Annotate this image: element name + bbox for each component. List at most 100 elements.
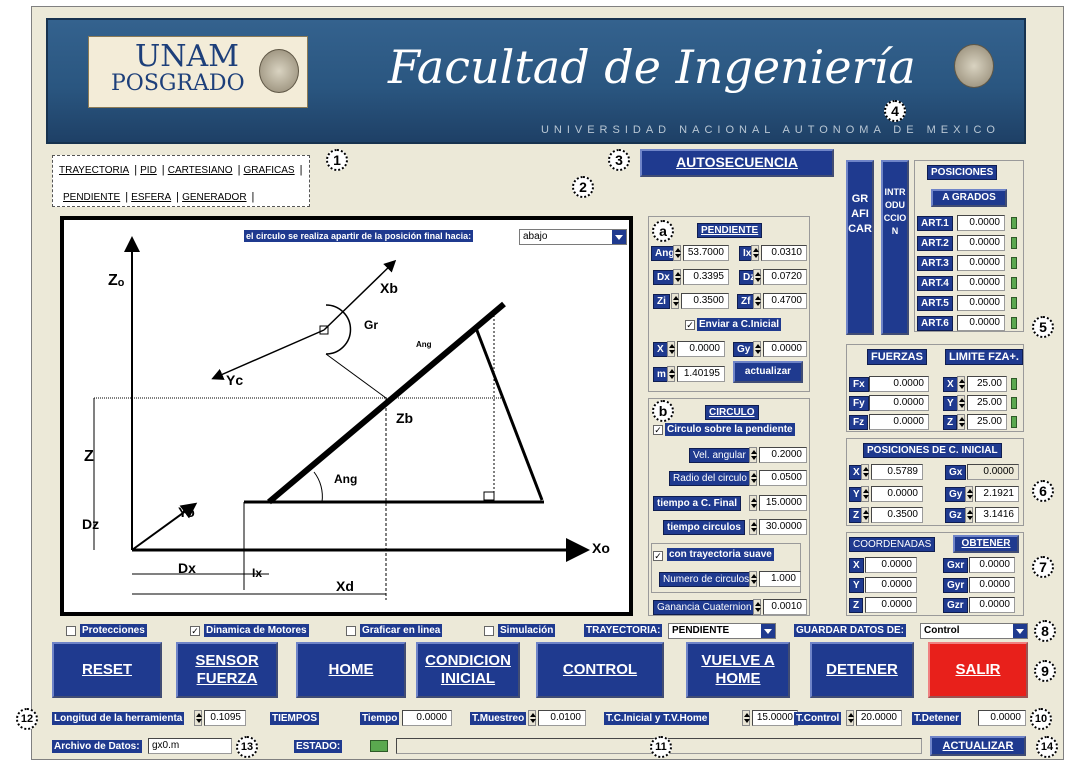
introduccion-button[interactable]: INTRODUCCION: [881, 160, 909, 335]
trayectoria-suave-checkbox[interactable]: ✓: [653, 551, 663, 561]
dx-field[interactable]: 0.3395: [683, 269, 729, 285]
marker-a: a: [652, 220, 674, 242]
salir-button[interactable]: SALIR: [928, 642, 1028, 698]
posiciones-panel: POSICIONES A GRADOS ART.1 0.0000 ART.2 0.00…: [914, 160, 1024, 332]
trayectoria-dropdown[interactable]: PENDIENTE: [668, 623, 776, 639]
tiempo-circulos-field[interactable]: 30.0000: [759, 519, 807, 535]
ci-x-field[interactable]: 0.5789: [871, 464, 923, 480]
guardar-dropdown[interactable]: Control: [920, 623, 1028, 639]
marker-7: 7: [1032, 556, 1054, 578]
t-detener-field: 0.0000: [978, 710, 1026, 726]
autosecuencia-button[interactable]: AUTOSECUENCIA: [640, 149, 834, 177]
ci-y-field[interactable]: 0.0000: [871, 486, 923, 502]
ang-field[interactable]: 53.7000: [683, 245, 729, 261]
dz-field[interactable]: 0.0720: [763, 269, 807, 285]
tab-generador[interactable]: GENERADOR: [182, 192, 246, 203]
faculty-seal-icon: [954, 44, 994, 88]
diagram-svg: [93, 236, 590, 600]
ganancia-field[interactable]: 0.0010: [763, 599, 807, 615]
x-field[interactable]: 0.0000: [677, 341, 725, 357]
condicion-inicial-button[interactable]: CONDICION INICIAL: [416, 642, 520, 698]
label-zb: Zb: [396, 410, 414, 426]
art-label: ART.2: [917, 236, 953, 251]
cinicial-title: POSICIONES DE C. INICIAL: [863, 443, 1002, 458]
a-grados-button[interactable]: A GRADOS: [931, 189, 1007, 207]
art-value-field: 0.0000: [957, 255, 1005, 271]
tab-cartesiano[interactable]: CARTESIANO: [168, 165, 233, 176]
tiempo-cfinal-field[interactable]: 15.0000: [759, 495, 807, 511]
limite-x-field[interactable]: 25.00: [967, 376, 1007, 392]
circulo-title: CIRCULO: [705, 405, 759, 420]
dinamica-checkbox[interactable]: ✓: [190, 626, 200, 636]
options-row: Protecciones ✓ Dinamica de Motores Grafi…: [46, 622, 1028, 640]
art-label: ART.1: [917, 216, 953, 231]
zi-field[interactable]: 0.3500: [681, 293, 729, 309]
ci-gx-field: 0.0000: [967, 464, 1019, 480]
marker-11: 11: [650, 736, 672, 758]
reset-button[interactable]: RESET: [52, 642, 162, 698]
ci-gy-field[interactable]: 2.1921: [975, 486, 1019, 502]
graficar-button[interactable]: GRAFICAR: [846, 160, 874, 335]
vuelve-home-button[interactable]: VUELVE A HOME: [686, 642, 790, 698]
home-button[interactable]: HOME: [296, 642, 406, 698]
tab-trayectoria[interactable]: TRAYECTORIA: [59, 165, 129, 176]
marker-8: 8: [1034, 620, 1056, 642]
limite-y-field[interactable]: 25.00: [967, 395, 1007, 411]
coord-gzr-field: 0.0000: [969, 597, 1015, 613]
unam-posgrado-logo: UNAM POSGRADO: [88, 36, 308, 108]
label-xb: Xb: [380, 280, 398, 296]
marker-2: 2: [572, 176, 594, 198]
ix-field[interactable]: 0.0310: [761, 245, 807, 261]
tab-pendiente[interactable]: PENDIENTE: [63, 192, 120, 203]
estado-led: [370, 740, 388, 752]
coord-x-field: 0.0000: [865, 557, 917, 573]
tab-graficas[interactable]: GRAFICAS: [243, 165, 294, 176]
label-zo: Zₒ: [108, 272, 125, 289]
detener-button[interactable]: DETENER: [810, 642, 914, 698]
actualizar-pendiente-button[interactable]: actualizar: [733, 361, 803, 383]
actualizar-button[interactable]: ACTUALIZAR: [930, 736, 1026, 756]
header-banner: UNAM POSGRADO Facultad de Ingeniería UNI…: [46, 18, 1026, 144]
t-control-field[interactable]: 20.0000: [856, 710, 902, 726]
sobre-pendiente-checkbox[interactable]: ✓: [653, 425, 663, 435]
radio-field[interactable]: 0.0500: [759, 470, 807, 486]
ci-gz-field[interactable]: 3.1416: [975, 507, 1019, 523]
tiempo-field: 0.0000: [402, 710, 452, 726]
protecciones-checkbox[interactable]: [66, 626, 76, 636]
tab-esfera[interactable]: ESFERA: [131, 192, 171, 203]
marker-3: 3: [608, 149, 630, 171]
t-muestreo-field[interactable]: 0.0100: [538, 710, 586, 726]
limite-z-field[interactable]: 25.00: [967, 414, 1007, 430]
art-value-field: 0.0000: [957, 215, 1005, 231]
simulacion-checkbox[interactable]: [484, 626, 494, 636]
control-button[interactable]: CONTROL: [536, 642, 664, 698]
gy-field[interactable]: 0.0000: [763, 341, 807, 357]
longitud-herramienta-field[interactable]: 0.1095: [204, 710, 246, 726]
enviar-checkbox[interactable]: ✓: [685, 320, 695, 330]
cinicial-panel: POSICIONES DE C. INICIAL X 0.5789 Gx 0.000…: [846, 438, 1024, 526]
obtener-button[interactable]: OBTENER: [953, 535, 1019, 553]
label-ang-small: Ang: [416, 340, 432, 349]
fy-field: 0.0000: [869, 395, 929, 411]
numero-circulos-field[interactable]: 1.000: [759, 571, 801, 587]
art-label: ART.6: [917, 316, 953, 331]
label-dx: Dx: [178, 560, 196, 576]
zf-field[interactable]: 0.4700: [763, 293, 807, 309]
sensor-fuerza-button[interactable]: SENSOR FUERZA: [176, 642, 278, 698]
archivo-datos-field[interactable]: gx0.m: [148, 738, 232, 754]
tab-pid[interactable]: PID: [140, 165, 157, 176]
m-field[interactable]: 1.40195: [677, 366, 725, 382]
fuerzas-panel: FUERZAS LIMITE FZA+. Fx 0.0000 Fy 0.0000 F…: [846, 344, 1024, 432]
label-dz: Dz: [82, 516, 100, 532]
vel-angular-field[interactable]: 0.2000: [759, 447, 807, 463]
label-ang: Ang: [334, 472, 358, 486]
graficar-linea-checkbox[interactable]: [346, 626, 356, 636]
label-z: Z: [84, 448, 94, 465]
ci-z-field[interactable]: 0.3500: [871, 507, 923, 523]
art-label: ART.5: [917, 296, 953, 311]
tc-inicial-field[interactable]: 15.0000: [752, 710, 798, 726]
coordenadas-title: COORDENADAS: [849, 537, 936, 552]
coord-y-field: 0.0000: [865, 577, 917, 593]
art-led-indicator: [1011, 217, 1017, 229]
coord-z-field: 0.0000: [865, 597, 917, 613]
